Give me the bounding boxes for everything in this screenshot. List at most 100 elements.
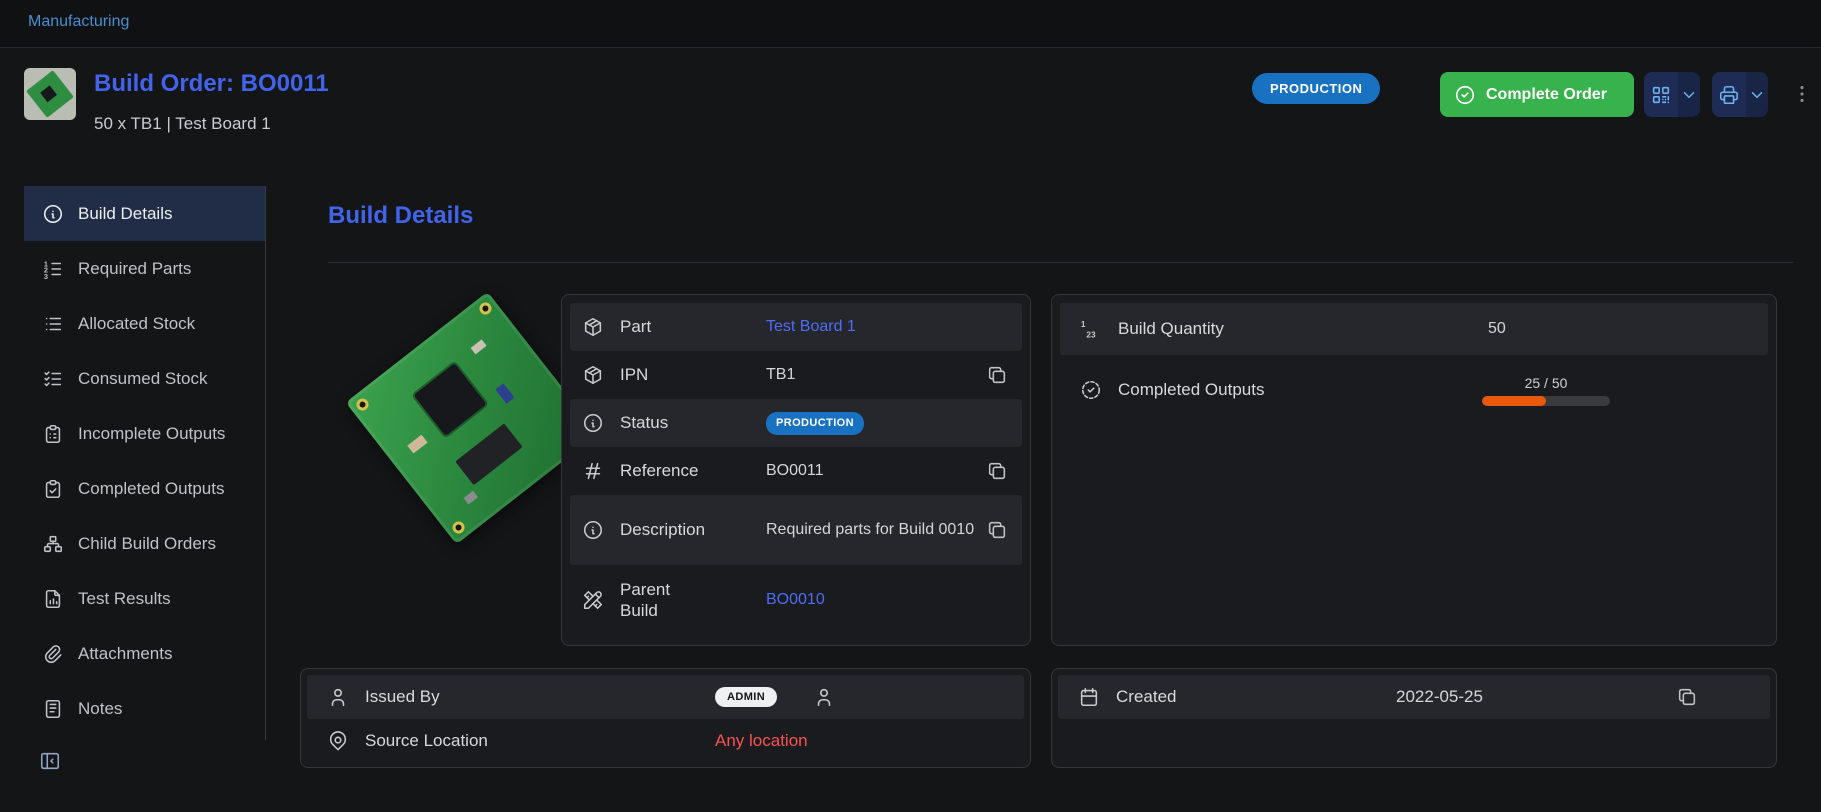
page-header: Build Order: BO0011 50 x TB1 | Test Boar… [0, 48, 1821, 170]
sidebar-item-allocated-stock[interactable]: Allocated Stock [24, 296, 265, 351]
progress-check-icon [1080, 379, 1102, 401]
sidebar-item-test-results[interactable]: Test Results [24, 571, 265, 626]
sidebar-item-label: Child Build Orders [78, 534, 216, 554]
copy-icon [986, 519, 1008, 541]
sidebar-item-required-parts[interactable]: Required Parts [24, 241, 265, 296]
pcb-mount-hole [477, 300, 494, 317]
pcb-component [495, 383, 514, 403]
sidebar-item-completed-outputs[interactable]: Completed Outputs [24, 461, 265, 516]
info-circle-icon [582, 412, 604, 434]
file-report-icon [42, 588, 64, 610]
page-subtitle: 50 x TB1 | Test Board 1 [94, 114, 271, 134]
created-value: 2022-05-25 [1396, 687, 1666, 707]
detail-label: Parent Build [620, 579, 690, 622]
detail-label: IPN [620, 364, 766, 385]
hash-icon [582, 460, 604, 482]
complete-order-button[interactable]: Complete Order [1440, 72, 1634, 117]
copy-button[interactable] [984, 458, 1010, 484]
copy-icon [1676, 686, 1698, 708]
pcb-component [471, 339, 487, 354]
issued-by-row: Issued By ADMIN [307, 675, 1024, 719]
package-icon [582, 316, 604, 338]
sidebar-item-label: Notes [78, 699, 122, 719]
completed-outputs-progress: 25 / 50 [1482, 375, 1610, 406]
section-divider [328, 262, 1793, 263]
printer-icon [1718, 84, 1740, 106]
clipboard-check-icon [42, 478, 64, 500]
sidebar-collapse-button[interactable] [36, 747, 64, 775]
issued-by-badge: ADMIN [715, 687, 777, 707]
created-row: Created 2022-05-25 [1058, 675, 1770, 719]
quantity-row-build-quantity: Build Quantity 50 [1060, 303, 1768, 355]
print-actions-button[interactable] [1712, 72, 1768, 117]
sidebar-item-label: Required Parts [78, 259, 191, 279]
numbers-123-icon [1080, 318, 1102, 340]
sidebar-item-label: Consumed Stock [78, 369, 207, 389]
section-title: Build Details [328, 202, 473, 230]
list-icon [42, 313, 64, 335]
dots-vertical-icon [1791, 83, 1813, 105]
copy-button[interactable] [1674, 684, 1700, 710]
sidebar-item-notes[interactable]: Notes [24, 681, 265, 736]
created-label: Created [1116, 687, 1396, 707]
detail-value: TB1 [766, 364, 976, 386]
notes-icon [42, 698, 64, 720]
info-circle-icon [42, 203, 64, 225]
thumbnail-pcb-chip [40, 85, 57, 102]
build-quantity-value: 50 [1488, 320, 1748, 338]
list-check-icon [42, 368, 64, 390]
circle-check-icon [1454, 84, 1476, 106]
detail-value: Required parts for Build 0010 [766, 519, 976, 541]
status-badge: PRODUCTION [766, 412, 864, 435]
copy-button[interactable] [984, 517, 1010, 543]
sidebar-item-attachments[interactable]: Attachments [24, 626, 265, 681]
more-actions-button[interactable] [1784, 76, 1820, 112]
quantity-label: Build Quantity [1118, 319, 1488, 339]
copy-icon [986, 460, 1008, 482]
page-title: Build Order: BO0011 [94, 70, 329, 98]
detail-row-description: Description Required parts for Build 001… [570, 495, 1022, 565]
sidebar-item-label: Completed Outputs [78, 479, 224, 499]
list-numbers-icon [42, 258, 64, 280]
progress-track [1482, 396, 1610, 406]
info-circle-icon [582, 519, 604, 541]
thumbnail-pcb-graphic [26, 70, 74, 118]
sidebar-item-incomplete-outputs[interactable]: Incomplete Outputs [24, 406, 265, 461]
sidebar-item-consumed-stock[interactable]: Consumed Stock [24, 351, 265, 406]
chevron-down-icon[interactable] [1680, 86, 1698, 104]
detail-label: Description [620, 519, 766, 540]
sidebar-item-label: Allocated Stock [78, 314, 195, 334]
breadcrumb-manufacturing[interactable]: Manufacturing [28, 13, 129, 31]
issued-card: Issued By ADMIN Source Location Any loca… [300, 668, 1031, 768]
issued-by-label: Issued By [365, 687, 715, 707]
source-location-value: Any location [715, 731, 1004, 751]
parent-build-link[interactable]: BO0010 [766, 589, 1010, 611]
sidebar-item-label: Build Details [78, 204, 173, 224]
sidebar-item-label: Attachments [78, 644, 173, 664]
user-icon [327, 686, 349, 708]
build-details-card: Part Test Board 1 IPN TB1 Status PRODUCT… [561, 294, 1031, 646]
sitemap-icon [42, 533, 64, 555]
progress-fill [1482, 396, 1546, 406]
tools-icon [582, 589, 604, 611]
sidebar-collapse-icon [39, 750, 61, 772]
sidebar-item-child-build-orders[interactable]: Child Build Orders [24, 516, 265, 571]
sidebar-item-build-details[interactable]: Build Details [24, 186, 265, 241]
pcb-component [464, 491, 478, 505]
barcode-actions-button[interactable] [1644, 72, 1700, 117]
map-pin-icon [327, 730, 349, 752]
copy-button[interactable] [984, 362, 1010, 388]
complete-order-label: Complete Order [1486, 86, 1607, 104]
part-link[interactable]: Test Board 1 [766, 316, 1010, 338]
pcb-chip [414, 363, 487, 436]
paperclip-icon [42, 643, 64, 665]
pcb-component [407, 435, 427, 454]
detail-row-ipn: IPN TB1 [570, 351, 1022, 399]
app-root: Manufacturing Build Order: BO0011 50 x T… [0, 0, 1821, 812]
detail-row-status: Status PRODUCTION [570, 399, 1022, 447]
chevron-down-icon[interactable] [1748, 86, 1766, 104]
source-location-label: Source Location [365, 731, 715, 751]
detail-row-part: Part Test Board 1 [570, 303, 1022, 351]
detail-label: Reference [620, 460, 766, 481]
build-thumbnail[interactable] [24, 68, 76, 120]
